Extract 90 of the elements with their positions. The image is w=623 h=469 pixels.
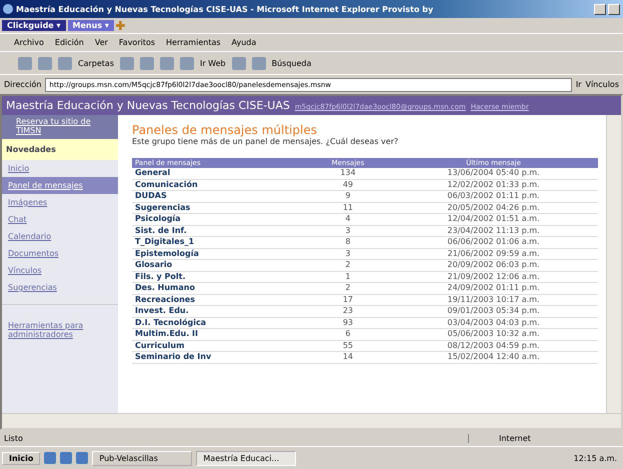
sidebar-item[interactable]: Vínculos (2, 262, 118, 279)
table-cell: 3 (306, 248, 389, 260)
zone-indicator: Internet (468, 434, 619, 442)
sidebar-item[interactable]: Chat (2, 211, 118, 228)
board-link[interactable]: Multim.Edu. II (132, 328, 307, 340)
table-cell: 19/11/2003 10:17 a.m. (389, 294, 598, 306)
table-cell: 21/09/2002 12:06 a.m. (389, 271, 598, 282)
menu-item[interactable]: Herramientas (166, 38, 221, 47)
site-title: Maestría Educación y Nuevas Tecnologías CISE-UAS (6, 99, 290, 112)
board-link[interactable]: DUDAS (132, 190, 307, 202)
go-button[interactable]: Ir (576, 80, 582, 89)
table-cell: 1 (306, 271, 389, 282)
table-cell: 2 (306, 260, 389, 271)
admin-link[interactable]: Herramientas para administradores (2, 304, 118, 339)
table-cell: 2 (306, 282, 389, 294)
table-cell: 93 (306, 317, 389, 328)
addon-menu-button[interactable]: Clickguide ▾ (2, 20, 66, 31)
intro-text: Este grupo tiene más de un panel de mensajes. ¿Cuál deseas ver? (132, 137, 400, 146)
table-cell: 23/04/2002 11:13 p.m. (389, 225, 598, 236)
promo-link[interactable]: Reserva tu sitio de TIMSN (2, 115, 118, 139)
menu-item[interactable]: Ver (94, 38, 108, 47)
board-link[interactable]: General (132, 168, 307, 179)
web-button[interactable]: Ir Web (200, 58, 226, 68)
links-button[interactable]: Vínculos (585, 80, 619, 89)
table-cell: 9 (306, 190, 389, 202)
taskbar-button[interactable]: Maestría Educaci... (196, 450, 296, 466)
table-cell: 134 (306, 168, 389, 179)
table-cell: 03/04/2003 04:03 p.m. (389, 317, 598, 328)
table-cell: 3 (306, 225, 389, 236)
table-cell: 12/02/2002 01:33 p.m. (389, 179, 598, 190)
table-cell: 8 (306, 236, 389, 248)
addon-menu-button[interactable]: Menus ▾ (68, 20, 114, 31)
board-link[interactable]: Seminario de Inv (132, 352, 307, 363)
board-link[interactable]: Psicología (132, 214, 307, 225)
table-cell: 20/09/2002 06:03 p.m. (389, 260, 598, 271)
menu-item[interactable]: Edición (54, 38, 84, 47)
start-button[interactable]: Inicio (2, 452, 40, 464)
table-cell: 12/04/2002 01:51 a.m. (389, 214, 598, 225)
table-cell: 20/05/2002 04:26 p.m. (389, 202, 598, 214)
table-cell: 4 (306, 214, 389, 225)
table-cell: 11 (306, 202, 389, 214)
clock: 12:15 a.m. (572, 454, 618, 462)
sidebar-item[interactable]: Calendario (2, 228, 118, 245)
table-cell: 06/03/2002 01:11 p.m. (389, 190, 598, 202)
table-cell: 24/09/2002 01:11 p.m. (389, 282, 598, 294)
board-link[interactable]: Comunicación (132, 179, 307, 190)
menu-item[interactable]: Ayuda (232, 38, 256, 47)
board-link[interactable]: Glosario (132, 260, 307, 271)
board-link[interactable]: Sugerencias (132, 202, 307, 214)
board-link[interactable]: Recreaciones (132, 294, 307, 306)
menu-item[interactable]: Favoritos (118, 38, 156, 47)
board-link[interactable]: Invest. Edu. (132, 306, 307, 317)
table-cell: 14 (306, 352, 389, 363)
sidebar-item[interactable]: Inicio (2, 160, 118, 177)
table-cell: 23 (306, 306, 389, 317)
address-label: Dirección (4, 80, 42, 89)
board-link[interactable]: Sist. de Inf. (132, 225, 307, 236)
board-link[interactable]: Des. Humano (132, 282, 307, 294)
board-link[interactable]: D.I. Tecnológica (132, 317, 307, 328)
table-cell: 49 (306, 179, 389, 190)
status-text: Listo (4, 434, 24, 442)
folders-button[interactable]: Carpetas (78, 58, 114, 68)
board-link[interactable]: T_Digitales_1 (132, 236, 307, 248)
table-cell: 08/12/2003 04:59 p.m. (389, 340, 598, 352)
table-cell: 55 (306, 340, 389, 352)
horizontal-scrollbar[interactable] (2, 413, 621, 428)
minimize-button[interactable] (594, 4, 606, 14)
table-cell: 05/06/2003 10:32 a.m. (389, 328, 598, 340)
table-cell: 15/02/2004 12:40 a.m. (389, 352, 598, 363)
table-cell: 13/06/2004 05:40 p.m. (389, 168, 598, 179)
move-icon (116, 21, 125, 30)
close-button[interactable] (608, 4, 620, 14)
news-label: Novedades (6, 145, 56, 154)
vertical-scrollbar[interactable] (606, 115, 621, 413)
table-cell: 17 (306, 294, 389, 306)
board-link[interactable]: Fils. y Polt. (132, 271, 307, 282)
window-title: Maestría Educación y Nuevas Tecnologías CISE-UAS - Microsoft Internet Explorer Provisto by (16, 4, 434, 14)
board-link[interactable]: Epistemología (132, 248, 307, 260)
table-cell: 21/06/2002 09:59 a.m. (389, 248, 598, 260)
taskbar-button[interactable]: Pub-Velascillas (92, 450, 192, 466)
sidebar-item[interactable]: Sugerencias (2, 279, 118, 296)
sidebar-item[interactable]: Documentos (2, 245, 118, 262)
table-cell: 6 (306, 328, 389, 340)
page-heading: Paneles de mensajes múltiples (132, 123, 318, 137)
search-button[interactable]: Búsqueda (272, 58, 312, 68)
sidebar-item[interactable]: Imágenes (2, 194, 118, 211)
menu-item[interactable]: Archivo (14, 38, 44, 47)
board-link[interactable]: Curriculum (132, 340, 307, 352)
table-cell: 09/01/2003 05:34 p.m. (389, 306, 598, 317)
table-cell: 06/06/2002 01:06 a.m. (389, 236, 598, 248)
